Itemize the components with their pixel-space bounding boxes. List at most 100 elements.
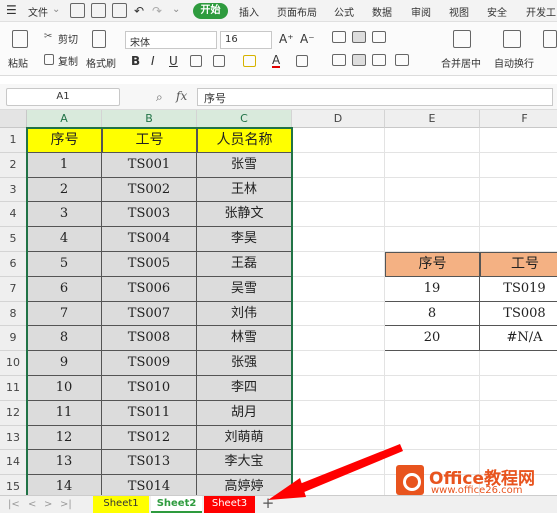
redo-icon[interactable]: ↷ <box>152 4 162 18</box>
empty-cell[interactable] <box>385 128 480 153</box>
empty-cell[interactable] <box>385 425 480 451</box>
lookup-cell[interactable]: TS008 <box>480 302 557 327</box>
empty-cell[interactable] <box>480 351 557 376</box>
empty-cell[interactable] <box>292 425 385 451</box>
align-middle-icon[interactable] <box>352 31 366 43</box>
clear-format-icon[interactable] <box>296 55 308 67</box>
paste-button[interactable]: 粘贴 <box>8 55 28 70</box>
table-cell[interactable]: 10 <box>27 376 102 401</box>
table-cell[interactable]: TS009 <box>102 351 197 376</box>
row-header-15[interactable]: 15 <box>0 475 27 495</box>
empty-cell[interactable] <box>480 202 557 228</box>
empty-cell[interactable] <box>292 202 385 228</box>
merge-cells-icon[interactable] <box>213 55 225 67</box>
table-cell[interactable]: TS006 <box>102 276 197 302</box>
table-cell[interactable]: 林雪 <box>197 326 292 352</box>
justify-icon[interactable] <box>395 54 409 66</box>
table-cell[interactable]: TS012 <box>102 425 197 451</box>
table-cell[interactable]: 张静文 <box>197 202 292 228</box>
align-top-icon[interactable] <box>332 31 346 43</box>
table-cell[interactable]: 11 <box>27 400 102 426</box>
row-header-8[interactable]: 8 <box>0 301 27 327</box>
row-header-2[interactable]: 2 <box>0 152 27 178</box>
empty-cell[interactable] <box>480 227 557 252</box>
table-cell[interactable]: 7 <box>27 301 102 327</box>
table-cell[interactable]: 王林 <box>197 177 292 203</box>
table-cell[interactable]: TS007 <box>102 301 197 327</box>
row-header-10[interactable]: 10 <box>0 351 27 376</box>
row-header-13[interactable]: 13 <box>0 425 27 451</box>
column-header-E[interactable]: E <box>385 110 480 128</box>
prev-sheet-icon[interactable]: < <box>28 499 36 510</box>
merge-center-button[interactable]: 合并居中 <box>441 55 481 70</box>
empty-cell[interactable] <box>292 351 385 376</box>
empty-cell[interactable] <box>292 252 385 277</box>
table-cell[interactable]: 李四 <box>197 376 292 401</box>
copy-button[interactable]: 复制 <box>58 53 78 68</box>
sheet-tab-1[interactable]: Sheet1 <box>93 496 149 513</box>
empty-cell[interactable] <box>292 152 385 178</box>
table-cell[interactable]: 5 <box>27 252 102 277</box>
table-cell[interactable]: 9 <box>27 351 102 376</box>
table-cell[interactable]: 12 <box>27 425 102 451</box>
fx-icon[interactable]: fx <box>176 89 187 103</box>
table-cell[interactable]: TS002 <box>102 177 197 203</box>
empty-cell[interactable] <box>292 376 385 401</box>
lookup-cell[interactable]: 19 <box>385 276 480 302</box>
table-header-cell[interactable]: 人员名称 <box>197 128 292 153</box>
last-sheet-icon[interactable]: >| <box>60 499 72 510</box>
row-header-11[interactable]: 11 <box>0 376 27 401</box>
font-size-select[interactable]: 16 <box>220 31 272 49</box>
align-center-icon[interactable] <box>352 54 366 66</box>
undo-icon[interactable]: ↶ <box>134 4 144 18</box>
empty-cell[interactable] <box>385 177 480 203</box>
table-cell[interactable]: TS003 <box>102 202 197 228</box>
table-cell[interactable]: 王磊 <box>197 252 292 277</box>
save-icon[interactable] <box>91 3 106 18</box>
more-icon[interactable] <box>543 30 557 48</box>
table-cell[interactable]: TS004 <box>102 227 197 252</box>
row-header-12[interactable]: 12 <box>0 400 27 426</box>
empty-cell[interactable] <box>385 152 480 178</box>
tab-formulas[interactable]: 公式 <box>334 4 354 19</box>
empty-cell[interactable] <box>385 400 480 426</box>
table-cell[interactable]: 张强 <box>197 351 292 376</box>
row-header-3[interactable]: 3 <box>0 177 27 203</box>
row-header-7[interactable]: 7 <box>0 276 27 302</box>
empty-cell[interactable] <box>480 401 557 426</box>
empty-cell[interactable] <box>385 351 480 376</box>
lookup-cell[interactable]: #N/A <box>480 326 557 352</box>
font-grow-button[interactable]: A⁺ <box>279 32 294 46</box>
empty-cell[interactable] <box>292 177 385 203</box>
sheet-tab-2[interactable]: Sheet2 <box>151 496 202 513</box>
table-cell[interactable]: TS013 <box>102 450 197 476</box>
empty-cell[interactable] <box>292 326 385 352</box>
tab-developer[interactable]: 开发工 <box>526 4 556 19</box>
column-header-D[interactable]: D <box>292 110 385 128</box>
chevron-down-icon[interactable]: ⌄ <box>52 4 60 15</box>
tab-data[interactable]: 数据 <box>372 4 392 19</box>
table-header-cell[interactable]: 工号 <box>102 128 197 153</box>
column-header-B[interactable]: B <box>102 110 197 128</box>
table-cell[interactable]: 刘萌萌 <box>197 425 292 451</box>
file-menu[interactable]: 文件 <box>28 4 48 19</box>
format-painter-icon[interactable] <box>92 30 106 48</box>
first-sheet-icon[interactable]: |< <box>8 499 20 510</box>
paste-icon[interactable] <box>12 30 28 48</box>
table-cell[interactable]: 8 <box>27 326 102 352</box>
print-preview-icon[interactable] <box>112 3 127 18</box>
lookup-header-cell[interactable]: 工号 <box>480 252 557 277</box>
table-cell[interactable]: 2 <box>27 177 102 203</box>
font-shrink-button[interactable]: A⁻ <box>300 32 315 46</box>
empty-cell[interactable] <box>292 276 385 302</box>
tab-insert[interactable]: 插入 <box>239 4 259 19</box>
table-cell[interactable]: 吴雪 <box>197 276 292 302</box>
font-name-select[interactable]: 宋体 <box>125 31 217 49</box>
wrap-text-icon[interactable] <box>503 30 521 48</box>
tab-review[interactable]: 审阅 <box>411 4 431 19</box>
empty-cell[interactable] <box>385 376 480 401</box>
cut-button[interactable]: 剪切 <box>58 31 78 46</box>
underline-button[interactable]: U <box>169 54 178 68</box>
lookup-cell[interactable]: 20 <box>385 326 480 352</box>
borders-icon[interactable] <box>190 55 202 67</box>
